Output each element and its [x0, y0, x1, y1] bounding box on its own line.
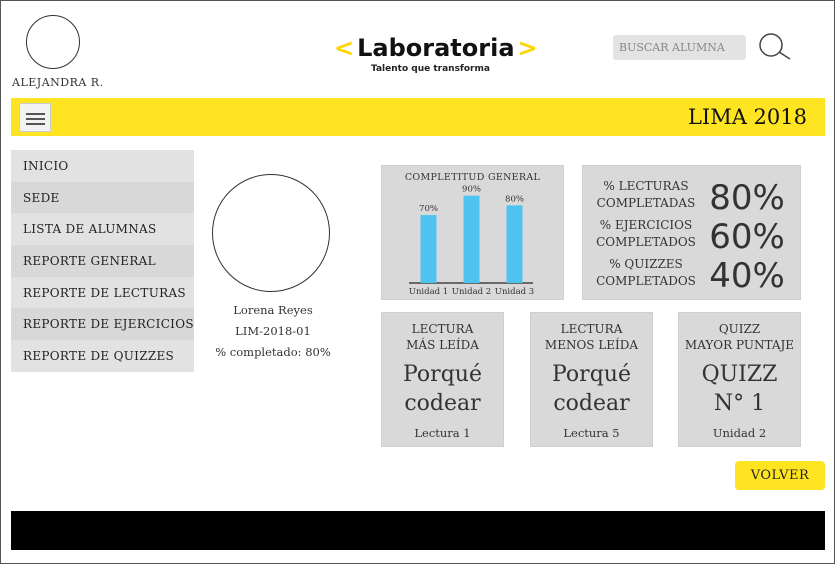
user-name: ALEJANDRA R. — [12, 76, 104, 89]
stat-label: QUIZZ MAYOR PUNTAJE — [679, 321, 800, 353]
completion-chart-card: COMPLETITUD GENERAL 70% Unidad 1 90% Unidad… — [381, 165, 564, 300]
student-completion: % completado: 80% — [215, 345, 331, 359]
logo-chevron-left: < — [334, 34, 355, 62]
student-avatar — [212, 174, 330, 292]
stat-label-line2: MÁS LEÍDA — [406, 338, 479, 352]
stat-label-line1: QUIZZ — [718, 322, 761, 336]
stat-value: Porqué codear — [382, 360, 503, 418]
pct-label-line1: % QUIZZES — [609, 257, 683, 271]
stat-value-line1: Porqué — [552, 362, 631, 387]
chart-value-label: 90% — [462, 185, 481, 195]
pct-label-line1: % EJERCICIOS — [599, 218, 693, 232]
sidebar-item-inicio[interactable]: INICIO — [11, 150, 194, 182]
chart-bar — [506, 205, 523, 283]
stat-value-line1: QUIZZ — [701, 362, 778, 387]
pct-value: 60% — [709, 217, 785, 257]
pct-row-lecturas: % LECTURAS COMPLETADAS 80% — [583, 178, 802, 218]
logo-chevron-right: > — [517, 34, 538, 62]
pct-label-line2: COMPLETADOS — [596, 274, 696, 288]
search-icon[interactable] — [757, 33, 793, 61]
hamburger-icon[interactable] — [19, 103, 51, 132]
stat-value-line2: N° 1 — [713, 391, 766, 416]
search-input[interactable] — [613, 35, 746, 60]
chart-tick-label: Unidad 2 — [452, 287, 491, 297]
chart-tick-label: Unidad 1 — [409, 287, 448, 297]
stat-label: LECTURA MÁS LEÍDA — [382, 321, 503, 353]
sidebar-item-lista-alumnas[interactable]: LISTA DE ALUMNAS — [11, 213, 194, 246]
stat-value-line1: Porqué — [403, 362, 482, 387]
student-code: LIM-2018-01 — [235, 324, 311, 338]
stat-label-line2: MENOS LEÍDA — [544, 338, 639, 352]
pct-label-line2: COMPLETADOS — [596, 235, 696, 249]
stat-value: QUIZZ N° 1 — [679, 360, 800, 418]
percentages-card: % LECTURAS COMPLETADAS 80% % EJERCICIOS … — [582, 165, 801, 300]
sidebar-item-reporte-lecturas[interactable]: REPORTE DE LECTURAS — [11, 276, 194, 309]
stat-card-least-read: LECTURA MENOS LEÍDA Porqué codear Lectura … — [530, 312, 653, 447]
chart-value-label: 70% — [419, 204, 438, 214]
logo-text: Laboratoria — [357, 34, 515, 62]
pct-label-line1: % LECTURAS — [603, 179, 689, 193]
chart-value-label: 80% — [505, 194, 524, 204]
stat-value: Porqué codear — [531, 360, 652, 418]
page-title: LIMA 2018 — [687, 105, 807, 129]
sidebar-item-reporte-general[interactable]: REPORTE GENERAL — [11, 245, 194, 277]
student-name: Lorena Reyes — [233, 303, 313, 317]
stat-card-most-read: LECTURA MÁS LEÍDA Porqué codear Lectura 1 — [381, 312, 504, 447]
footer-bar — [11, 511, 825, 550]
brand-tagline: Talento que transforma — [371, 64, 490, 74]
pct-value: 80% — [709, 178, 785, 218]
pct-label-line2: COMPLETADAS — [596, 196, 696, 210]
stat-label: LECTURA MENOS LEÍDA — [531, 321, 652, 353]
user-avatar[interactable] — [26, 15, 80, 69]
sidebar-item-reporte-quizzes[interactable]: REPORTE DE QUIZZES — [11, 340, 194, 372]
stat-label-line2: MAYOR PUNTAJE — [684, 338, 795, 352]
chart-bar — [463, 195, 480, 283]
stat-card-top-quiz: QUIZZ MAYOR PUNTAJE QUIZZ N° 1 Unidad 2 — [678, 312, 801, 447]
section-bar: LIMA 2018 — [11, 98, 825, 136]
stat-label-line1: LECTURA — [560, 322, 623, 336]
pct-value: 40% — [709, 256, 785, 296]
sidebar-item-reporte-ejercicios[interactable]: REPORTE DE EJERCICIOS — [11, 308, 194, 341]
stat-footer: Unidad 2 — [712, 426, 767, 440]
sidebar-item-sede[interactable]: SEDE — [11, 181, 194, 214]
chart-bar — [420, 215, 437, 283]
chart-tick-label: Unidad 3 — [495, 287, 534, 297]
pct-row-quizzes: % QUIZZES COMPLETADOS 40% — [583, 256, 802, 296]
stat-value-line2: codear — [553, 391, 630, 416]
stat-value-line2: codear — [404, 391, 481, 416]
brand-logo[interactable]: < Laboratoria > — [334, 33, 538, 63]
sidebar-menu: INICIO SEDE LISTA DE ALUMNAS REPORTE GEN… — [11, 150, 194, 372]
back-button[interactable]: VOLVER — [735, 461, 825, 490]
pct-row-ejercicios: % EJERCICIOS COMPLETADOS 60% — [583, 217, 802, 257]
stat-footer: Lectura 1 — [414, 426, 471, 440]
completion-chart: 70% Unidad 1 90% Unidad 2 80% Unidad 3 — [409, 185, 534, 297]
stat-footer: Lectura 5 — [563, 426, 620, 440]
stat-label-line1: LECTURA — [411, 322, 474, 336]
